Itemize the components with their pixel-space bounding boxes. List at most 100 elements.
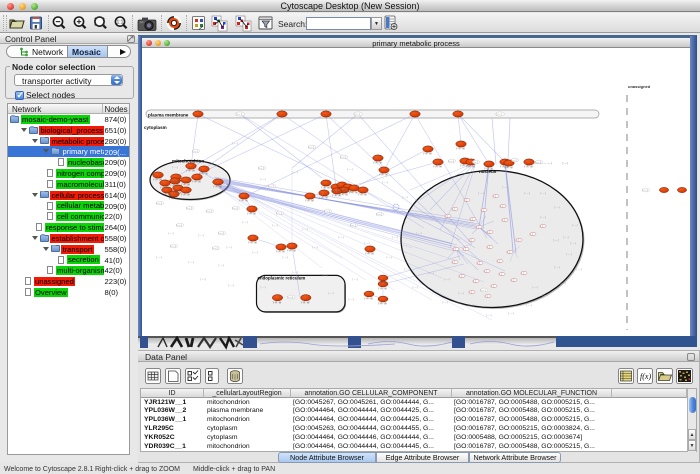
svg-text:[·—·]: [·—·] [308,146,314,149]
svg-text:Y·R··W: Y·R··W [466,165,475,169]
svg-text:Y·R··W: Y·R··W [433,165,442,169]
svg-text:[··]: [··] [445,215,448,218]
svg-text:[·—·]: [·—·] [348,297,354,301]
svg-text:[··]: [··] [469,291,472,294]
svg-text:[·—·]: [·—·] [402,195,408,199]
svg-text:Y·R··W: Y·R··W [373,161,382,165]
svg-text:[·—·]: [·—·] [553,238,559,242]
svg-text:Y·R··W: Y·R··W [321,186,330,190]
svg-text:[··]: [··] [500,205,503,208]
svg-text:Y·R··W: Y·R··W [276,250,285,254]
svg-text:[·—·]: [·—·] [554,265,560,269]
svg-text:[··]: [··] [481,209,484,212]
svg-text:[·—·]: [·—·] [508,311,514,315]
svg-text:[·—·]: [·—·] [242,220,248,224]
svg-text:Y·R··W: Y·R··W [305,199,314,203]
svg-text:[··]: [··] [477,262,480,265]
svg-text:plasma membrane: plasma membrane [148,113,189,118]
svg-text:endoplasmic reticulum: endoplasmic reticulum [258,276,306,281]
svg-text:[·—·]: [·—·] [172,165,178,169]
svg-text:[·—·]: [·—·] [524,191,530,195]
svg-text:[·—·]: [·—·] [354,113,360,116]
svg-text:[·—·]: [·—·] [212,247,218,250]
svg-text:[·—·]: [·—·] [444,277,450,281]
svg-text:[·—·]: [·—·] [386,255,392,259]
svg-text:[·—·]: [·—·] [416,231,422,235]
svg-text:[·—·]: [·—·] [563,235,569,239]
svg-text:Y·R··W: Y·R··W [153,178,162,182]
svg-text:Y·R··W: Y·R··W [349,191,358,195]
svg-text:[·—·]: [·—·] [566,252,572,256]
svg-text:Y·R··W: Y·R··W [456,147,465,151]
svg-text:[·—·]: [·—·] [502,185,508,189]
svg-text:Y·R··W: Y·R··W [162,193,171,197]
svg-text:[·—·]: [·—·] [170,245,176,248]
svg-text:Y·R··W: Y·R··W [181,183,190,187]
svg-text:[·—·]: [·—·] [260,285,266,289]
svg-text:[··]: [··] [516,239,519,242]
svg-text:[··]: [··] [502,219,505,222]
svg-text:[·—·]: [·—·] [340,156,346,159]
svg-text:[·—·]: [·—·] [472,161,478,164]
svg-text:[·—·]: [·—·] [511,159,517,162]
svg-text:[·—·]: [·—·] [200,277,206,281]
svg-text:[··]: [··] [485,295,488,298]
svg-text:[·—·]: [·—·] [576,267,582,271]
svg-text:[·—·]: [·—·] [382,180,388,184]
svg-text:Y·R··W: Y·R··W [364,297,373,301]
svg-text:[·—·]: [·—·] [168,231,174,235]
svg-text:[·—·]: [·—·] [192,150,198,153]
svg-text:[··]: [··] [452,208,455,211]
svg-text:[·—·]: [·—·] [268,185,274,188]
svg-text:[·—·]: [·—·] [302,227,308,231]
svg-text:[·—·]: [·—·] [288,296,294,299]
svg-text:Y·R··W: Y·R··W [365,252,374,256]
svg-text:[··]: [··] [540,225,543,228]
svg-text:[·—·]: [·—·] [218,232,224,235]
svg-text:[··]: [··] [530,233,533,236]
svg-text:mitochondrion: mitochondrion [172,159,204,164]
svg-text:[·—·]: [·—·] [226,245,232,249]
svg-text:[··]: [··] [521,272,524,275]
svg-text:[·—·]: [·—·] [442,300,448,304]
svg-text:[·—·]: [·—·] [312,245,318,249]
svg-text:[··]: [··] [511,279,514,282]
svg-text:Y·R··W: Y·R··W [171,180,180,184]
svg-text:Y·R··W: Y·R··W [186,169,195,173]
svg-text:[··]: [··] [507,251,510,254]
svg-text:[·—·]: [·—·] [260,177,266,181]
svg-text:[·—·]: [·—·] [572,223,578,227]
svg-text:[··]: [··] [487,246,490,249]
svg-text:Y·R··W: Y·R··W [213,185,222,189]
svg-text:Y·R··W: Y·R··W [423,152,432,156]
svg-text:[·—·]: [·—·] [258,167,264,170]
svg-text:Y·R··W: Y·R··W [287,249,296,253]
svg-text:[·—·]: [·—·] [562,161,568,165]
svg-text:Y·R··W: Y·R··W [192,180,201,184]
svg-text:[·—·]: [·—·] [322,273,328,277]
svg-text:[·—·]: [·—·] [540,191,546,195]
svg-text:[··]: [··] [491,285,494,288]
svg-text:[·—·]: [·—·] [376,213,382,216]
svg-text:[·—·]: [·—·] [292,270,298,274]
svg-text:[·—·]: [·—·] [496,113,502,116]
svg-text:Y·R··W: Y·R··W [248,241,257,245]
svg-text:[·—·]: [·—·] [364,241,370,245]
svg-text:Y·R··W: Y·R··W [378,302,387,306]
svg-text:Y·R··W: Y·R··W [181,193,190,197]
svg-text:[·—·]: [·—·] [350,224,356,227]
svg-text:Y·R··W: Y·R··W [379,173,388,177]
svg-text:Y·R··W: Y·R··W [273,300,282,304]
svg-text:[·—·]: [·—·] [272,223,278,227]
svg-text:[·—·]: [·—·] [526,303,532,307]
svg-text:[··]: [··] [453,248,456,251]
svg-text:[·—·]: [·—·] [176,224,182,227]
svg-text:[·—·]: [·—·] [156,255,162,259]
svg-text:[·—·]: [·—·] [324,210,330,213]
svg-text:Y·R··W: Y·R··W [247,212,256,216]
svg-text:cytoplasm: cytoplasm [144,125,167,130]
svg-text:[·—·]: [·—·] [347,167,353,171]
svg-text:unassigned: unassigned [628,84,651,89]
svg-text:Y·R··W: Y·R··W [160,186,169,190]
svg-text:[·—·]: [·—·] [186,207,192,210]
